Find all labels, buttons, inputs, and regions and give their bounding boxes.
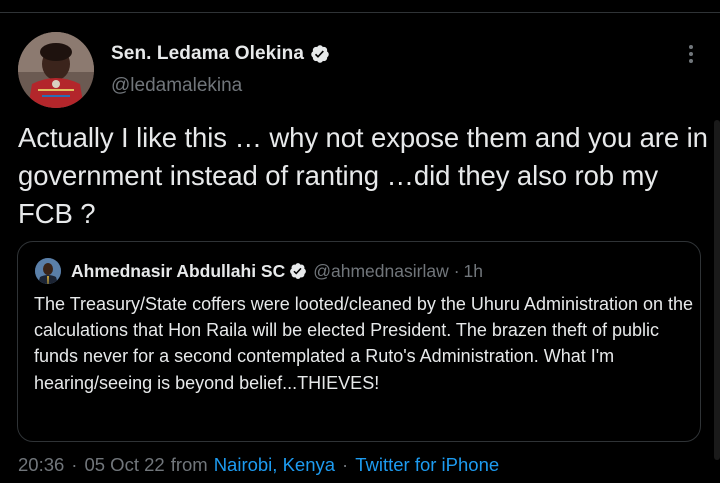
quoted-author-handle[interactable]: @ahmednasirlaw [313,261,448,282]
location-link[interactable]: Nairobi, Kenya [214,454,335,476]
author-name-row: Sen. Ledama Olekina [111,42,330,66]
tweet-date[interactable]: 05 Oct 22 [84,454,164,476]
meta-separator: · [71,454,78,475]
tweet-meta: 20:36 · 05 Oct 22 from Nairobi, Kenya · … [18,454,499,476]
quoted-header: Ahmednasir Abdullahi SC @ahmednasirlaw ·… [71,259,483,283]
quoted-author-avatar [35,258,61,284]
author-avatar[interactable] [18,32,94,108]
quoted-separator: · [453,260,460,281]
more-options-button[interactable] [680,42,702,66]
tweet-text: Actually I like this … why not expose th… [18,122,708,229]
source-link[interactable]: Twitter for iPhone [355,454,499,476]
author-name[interactable]: Sen. Ledama Olekina [111,43,304,65]
more-options-icon [689,45,693,63]
verified-badge-icon [289,262,307,280]
quoted-author-name[interactable]: Ahmednasir Abdullahi SC [71,261,285,282]
quoted-tweet-text: The Treasury/State coffers were looted/c… [34,294,694,393]
quoted-tweet-card[interactable]: Ahmednasir Abdullahi SC @ahmednasirlaw ·… [17,241,701,442]
avatar-image [18,32,94,108]
meta-separator: · [342,454,349,475]
quoted-time[interactable]: 1h [464,261,483,282]
quoted-avatar-image [35,258,61,284]
from-label: from [170,454,208,475]
verified-badge-icon [310,44,330,64]
scrollbar[interactable] [714,120,720,460]
top-divider [0,12,720,13]
author-handle[interactable]: @ledamalekina [111,75,242,97]
tweet-timestamp[interactable]: 20:36 [18,454,64,476]
